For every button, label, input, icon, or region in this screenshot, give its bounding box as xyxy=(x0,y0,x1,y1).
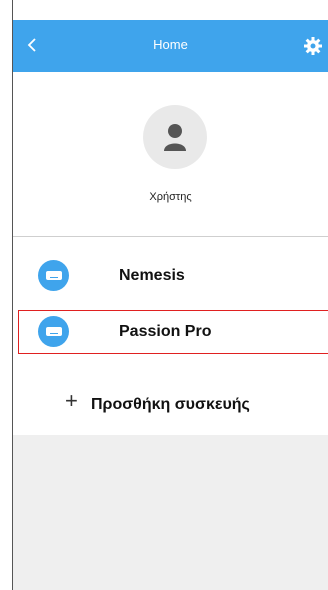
empty-area xyxy=(13,435,328,590)
user-profile: Χρήστης xyxy=(13,72,328,212)
page-title: Home xyxy=(153,37,188,52)
avatar[interactable] xyxy=(143,105,207,169)
gear-icon xyxy=(304,37,322,55)
divider xyxy=(13,236,328,237)
device-item-nemesis[interactable]: Nemesis xyxy=(13,250,328,302)
air-conditioner-icon xyxy=(38,260,69,291)
device-name: Nemesis xyxy=(119,267,185,284)
top-app-bar: Home xyxy=(13,20,328,72)
username-label: Χρήστης xyxy=(149,191,192,203)
settings-button[interactable] xyxy=(304,33,328,59)
selection-highlight xyxy=(18,310,328,354)
plus-icon: + xyxy=(65,388,78,413)
user-icon xyxy=(164,124,186,151)
phone-screen: Home Χρήστης Nemesis Passion Pro + Προσθ… xyxy=(12,0,328,590)
add-device-button[interactable]: + Προσθήκη συσκευής xyxy=(13,374,328,434)
add-device-label: Προσθήκη συσκευής xyxy=(91,396,250,413)
